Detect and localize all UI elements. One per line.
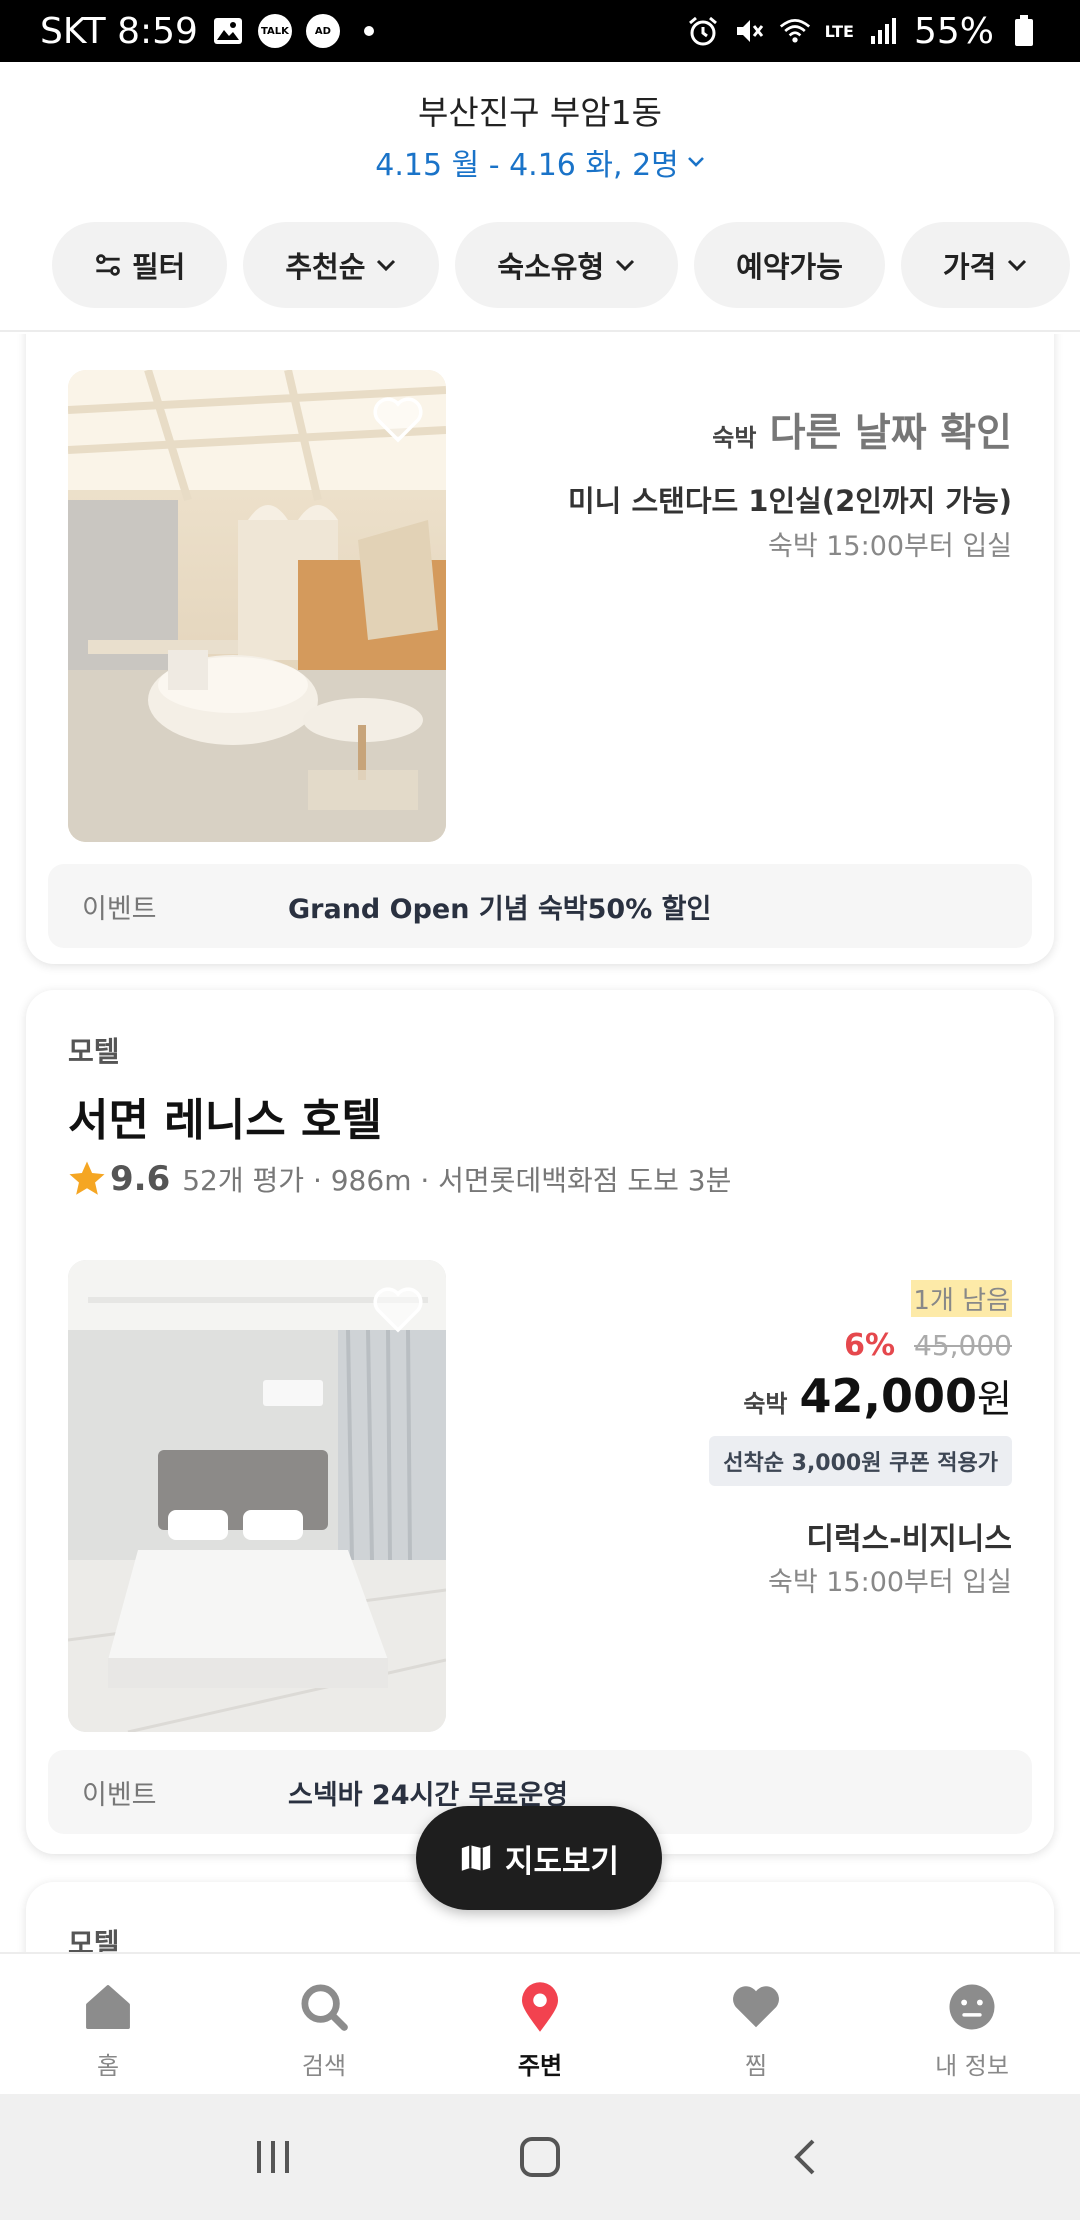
battery-icon [1008,15,1040,47]
listing-card[interactable]: 모텔 서면 레니스 호텔 9.6 52개 평가 · 986m · 서면롯데백화점… [26,990,1054,1854]
map-icon [461,1845,491,1871]
gallery-icon [212,15,244,47]
coupon-badge: 선착순 3,000원 쿠폰 적용가 [709,1436,1012,1486]
back-icon[interactable] [785,2135,829,2179]
nav-home-label: 홈 [96,2052,120,2080]
date-guest-selector[interactable]: 4.15 월 - 4.16 화, 2명 [375,140,705,184]
sale-price: 42,000 [799,1369,978,1423]
filter-icon [96,254,120,276]
price-row: 숙박 42,000 원 [743,1368,1012,1423]
notification-dot-icon [363,26,374,36]
lte-indicator: LTE [824,21,854,41]
ad-icon: AD [305,14,340,48]
room-photo[interactable] [68,370,446,842]
room-name: 미니 스탠다드 1인실(2인까지 가능) [568,484,1012,518]
wishlist-heart-icon[interactable] [372,1286,424,1334]
wishlist-heart-icon[interactable] [372,396,424,444]
checkin-info: 숙박 15:00부터 입실 [767,1567,1012,1598]
listing-scroll-area[interactable]: 숙박 다른 날짜 확인 미니 스탠다드 1인실(2인까지 가능) 숙박 15:0… [0,334,1080,1952]
filter-button[interactable]: 필터 [52,222,228,308]
rooms-remaining-badge: 1개 남음 [911,1280,1012,1317]
search-header[interactable]: 부산진구 부암1동 4.15 월 - 4.16 화, 2명 [0,62,1080,200]
location-pin-icon [522,1982,558,2032]
chevron-down-icon [1008,259,1027,272]
event-label: 이벤트 [82,893,157,925]
price-discount-row: 6% 45,000 [844,1328,1012,1363]
checkin-info: 숙박 15:00부터 입실 [767,531,1012,562]
rating-row: 9.6 52개 평가 · 986m · 서면롯데백화점 도보 3분 [66,1158,731,1200]
filter-bar: 필터 추천순 숙소유형 예약가능 가격 [0,200,1080,332]
room-name: 디럭스-비지니스 [806,1522,1012,1557]
nav-wishlist[interactable]: 찜 [648,1954,864,2094]
bottom-navigation: 홈 검색 주변 찜 내 정보 [0,1952,1080,2094]
price-dropdown[interactable]: 가격 [900,222,1071,308]
nav-nearby[interactable]: 주변 [432,1954,648,2094]
original-price: 45,000 [914,1329,1012,1362]
event-text: Grand Open 기념 숙박50% 할인 [288,893,712,925]
home-button-icon[interactable] [516,2133,564,2181]
date-guest-text: 4.15 월 - 4.16 화, 2명 [375,148,679,183]
event-label: 이벤트 [82,1779,157,1811]
location-title[interactable]: 부산진구 부암1동 [0,86,1080,134]
price-dropdown-label: 가격 [942,250,997,284]
map-view-label: 지도보기 [504,1843,620,1880]
hotel-name[interactable]: 서면 레니스 호텔 [68,1084,382,1148]
price-unit: 원 [977,1377,1012,1421]
alarm-icon [687,15,719,47]
map-view-button[interactable]: 지도보기 [416,1806,662,1910]
stay-type-label: 숙박 [743,1390,788,1418]
system-navigation-bar [0,2094,1080,2220]
sort-dropdown-label: 추천순 [285,250,366,284]
discount-rate: 6% [844,1328,896,1363]
filter-button-label: 필터 [132,250,186,284]
home-icon [86,1985,130,2029]
nav-my-info-label: 내 정보 [935,2052,1009,2080]
search-icon [301,1984,348,2031]
accommodation-type-dropdown[interactable]: 숙소유형 [455,222,679,308]
nav-search[interactable]: 검색 [216,1954,432,2094]
signal-icon [868,15,900,47]
availability-status[interactable]: 다른 날짜 확인 [770,411,1012,456]
status-bar: SKT 8:59 TALK AD LTE 55% [0,0,1080,62]
wifi-icon [779,15,811,47]
nav-nearby-label: 주변 [517,2052,563,2080]
event-banner: 이벤트 Grand Open 기념 숙박50% 할인 [48,864,1032,948]
recent-apps-icon[interactable] [251,2135,295,2179]
nav-search-label: 검색 [301,2052,347,2080]
chevron-down-icon [687,157,704,167]
rating-score: 9.6 [110,1159,171,1199]
category-label: 모텔 [68,1927,120,1952]
category-label: 모텔 [68,1035,120,1068]
nav-my-info[interactable]: 내 정보 [864,1954,1080,2094]
nav-wishlist-label: 찜 [744,2052,768,2080]
sort-dropdown[interactable]: 추천순 [243,222,440,308]
star-icon [69,1161,105,1195]
mute-icon [733,15,765,47]
room-photo[interactable] [68,1260,446,1732]
heart-icon [733,1986,779,2028]
profile-icon [949,1984,995,2030]
chevron-down-icon [616,259,635,272]
review-distance-meta: 52개 평가 · 986m · 서면롯데백화점 도보 3분 [182,1164,732,1197]
carrier-time: SKT 8:59 [40,10,198,52]
listing-card[interactable]: 숙박 다른 날짜 확인 미니 스탠다드 1인실(2인까지 가능) 숙박 15:0… [26,334,1054,964]
nav-home[interactable]: 홈 [0,1954,216,2094]
talk-icon: TALK [257,14,292,48]
accommodation-type-label: 숙소유형 [497,250,605,284]
available-toggle-label: 예약가능 [736,250,843,284]
stay-type-label: 숙박 [712,424,757,452]
chevron-down-icon [377,259,396,272]
available-toggle[interactable]: 예약가능 [694,222,885,308]
battery-percent: 55% [913,10,994,52]
